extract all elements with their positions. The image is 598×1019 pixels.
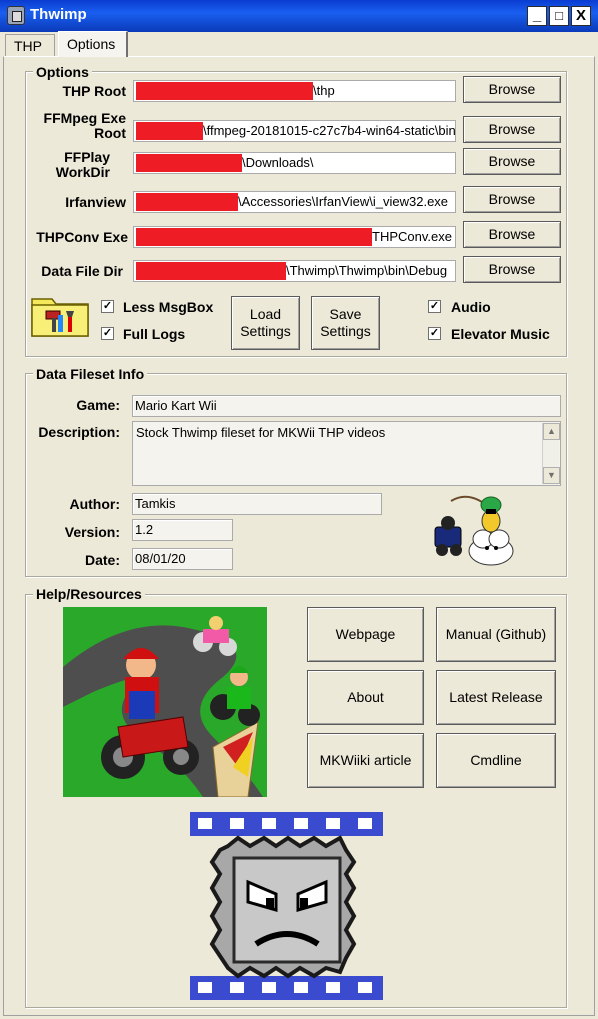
scroll-down-icon[interactable]: ▼ (543, 467, 560, 484)
ffmpeg-root-label: FFMpeg Exe Root (43, 110, 126, 141)
tab-thp[interactable]: THP (5, 34, 55, 56)
mkwiiki-article-button[interactable]: MKWiiki article (307, 733, 424, 788)
redacted-path (136, 228, 372, 246)
browse-irfanview-button[interactable]: Browse (463, 186, 561, 213)
browse-label: Browse (488, 261, 536, 277)
thp-root-field[interactable]: \thp (133, 80, 456, 102)
browse-label: Browse (488, 153, 536, 169)
webpage-button[interactable]: Webpage (307, 607, 424, 662)
browse-label: Browse (488, 191, 536, 207)
folder-tools-icon (31, 298, 89, 337)
lakitu-camera-icon (434, 495, 514, 566)
redacted-path (136, 193, 238, 211)
ffplay-workdir-path: \Downloads\ (242, 155, 314, 170)
tab-options[interactable]: Options (58, 31, 128, 57)
description-label: Description: (38, 424, 120, 440)
browse-ffmpeg-button[interactable]: Browse (463, 116, 561, 143)
full-logs-label: Full Logs (123, 326, 186, 342)
cmdline-label: Cmdline (470, 752, 522, 768)
data-file-dir-path: \Thwimp\Thwimp\bin\Debug (286, 263, 448, 278)
ffmpeg-root-path: \ffmpeg-20181015-c27c7b4-win64-static\bi… (203, 123, 456, 138)
thpconv-exe-label: THPConv Exe (36, 229, 128, 245)
minimize-button[interactable]: _ (527, 6, 547, 26)
irfanview-label: Irfanview (65, 194, 126, 210)
save-settings-line1: Save (329, 306, 362, 322)
help-resources-legend: Help/Resources (33, 586, 145, 602)
latest-release-label: Latest Release (449, 689, 543, 705)
browse-thpconv-button[interactable]: Browse (463, 221, 561, 248)
scroll-up-icon[interactable]: ▲ (543, 423, 560, 440)
thwomp-app-icon (7, 6, 25, 25)
load-settings-line2: Settings (240, 323, 291, 339)
redacted-path (136, 82, 313, 100)
options-legend: Options (33, 64, 92, 80)
browse-thp-root-button[interactable]: Browse (463, 76, 561, 103)
manual-github-button[interactable]: Manual (Github) (436, 607, 556, 662)
about-button[interactable]: About (307, 670, 424, 725)
game-field[interactable]: Mario Kart Wii (132, 395, 561, 417)
window-title: Thwimp (30, 6, 87, 23)
full-logs-checkbox[interactable]: ✓ (101, 327, 114, 340)
audio-label: Audio (451, 299, 491, 315)
irfanview-path: \Accessories\IrfanView\i_view32.exe (238, 194, 449, 209)
redacted-path (136, 262, 286, 280)
less-msgbox-label: Less MsgBox (123, 299, 214, 315)
cmdline-button[interactable]: Cmdline (436, 733, 556, 788)
fileset-info-legend: Data Fileset Info (33, 366, 148, 382)
ffplay-workdir-label: FFPlay WorkDir (55, 149, 110, 180)
browse-label: Browse (488, 81, 536, 97)
audio-checkbox[interactable]: ✓ (428, 300, 441, 313)
redacted-path (136, 122, 203, 140)
save-settings-button[interactable]: Save Settings (311, 296, 380, 350)
data-file-dir-field[interactable]: \Thwimp\Thwimp\bin\Debug (133, 260, 456, 282)
irfanview-field[interactable]: \Accessories\IrfanView\i_view32.exe (133, 191, 456, 213)
thp-root-path: \thp (313, 83, 335, 98)
thpconv-exe-path: THPConv.exe (372, 229, 452, 244)
description-text: Stock Thwimp fileset for MKWii THP video… (136, 425, 386, 440)
latest-release-button[interactable]: Latest Release (436, 670, 556, 725)
version-field[interactable]: 1.2 (132, 519, 233, 541)
thpconv-exe-field[interactable]: THPConv.exe (133, 226, 456, 248)
version-label: Version: (64, 524, 120, 540)
elevator-music-label: Elevator Music (451, 326, 550, 342)
browse-label: Browse (488, 121, 536, 137)
title-bar[interactable] (0, 0, 598, 32)
description-field[interactable]: Stock Thwimp fileset for MKWii THP video… (132, 421, 561, 486)
mkwiiki-article-label: MKWiiki article (319, 752, 412, 768)
tab-options-label: Options (67, 36, 116, 52)
game-label: Game: (76, 397, 120, 413)
browse-data-dir-button[interactable]: Browse (463, 256, 561, 283)
date-label: Date: (84, 552, 120, 568)
data-file-dir-label: Data File Dir (41, 263, 123, 279)
webpage-label: Webpage (335, 626, 396, 642)
author-label: Author: (69, 496, 120, 512)
less-msgbox-checkbox[interactable]: ✓ (101, 300, 114, 313)
ffmpeg-root-field[interactable]: \ffmpeg-20181015-c27c7b4-win64-static\bi… (133, 120, 456, 142)
load-settings-button[interactable]: Load Settings (231, 296, 300, 350)
manual-github-label: Manual (Github) (445, 626, 547, 642)
close-button[interactable]: X (571, 6, 591, 26)
thwomp-filmstrip-icon (190, 812, 383, 1000)
description-scrollbar[interactable]: ▲ ▼ (542, 423, 560, 484)
load-settings-line1: Load (249, 306, 282, 322)
redacted-path (136, 154, 242, 172)
elevator-music-checkbox[interactable]: ✓ (428, 327, 441, 340)
about-label: About (347, 689, 384, 705)
mario-kart-image (63, 607, 267, 797)
save-settings-line2: Settings (320, 323, 371, 339)
browse-label: Browse (488, 226, 536, 242)
browse-ffplay-button[interactable]: Browse (463, 148, 561, 175)
author-field[interactable]: Tamkis (132, 493, 382, 515)
tab-thp-label: THP (14, 38, 42, 54)
date-field[interactable]: 08/01/20 (132, 548, 233, 570)
ffplay-workdir-field[interactable]: \Downloads\ (133, 152, 456, 174)
maximize-button[interactable]: □ (549, 6, 569, 26)
thp-root-label: THP Root (62, 83, 126, 99)
